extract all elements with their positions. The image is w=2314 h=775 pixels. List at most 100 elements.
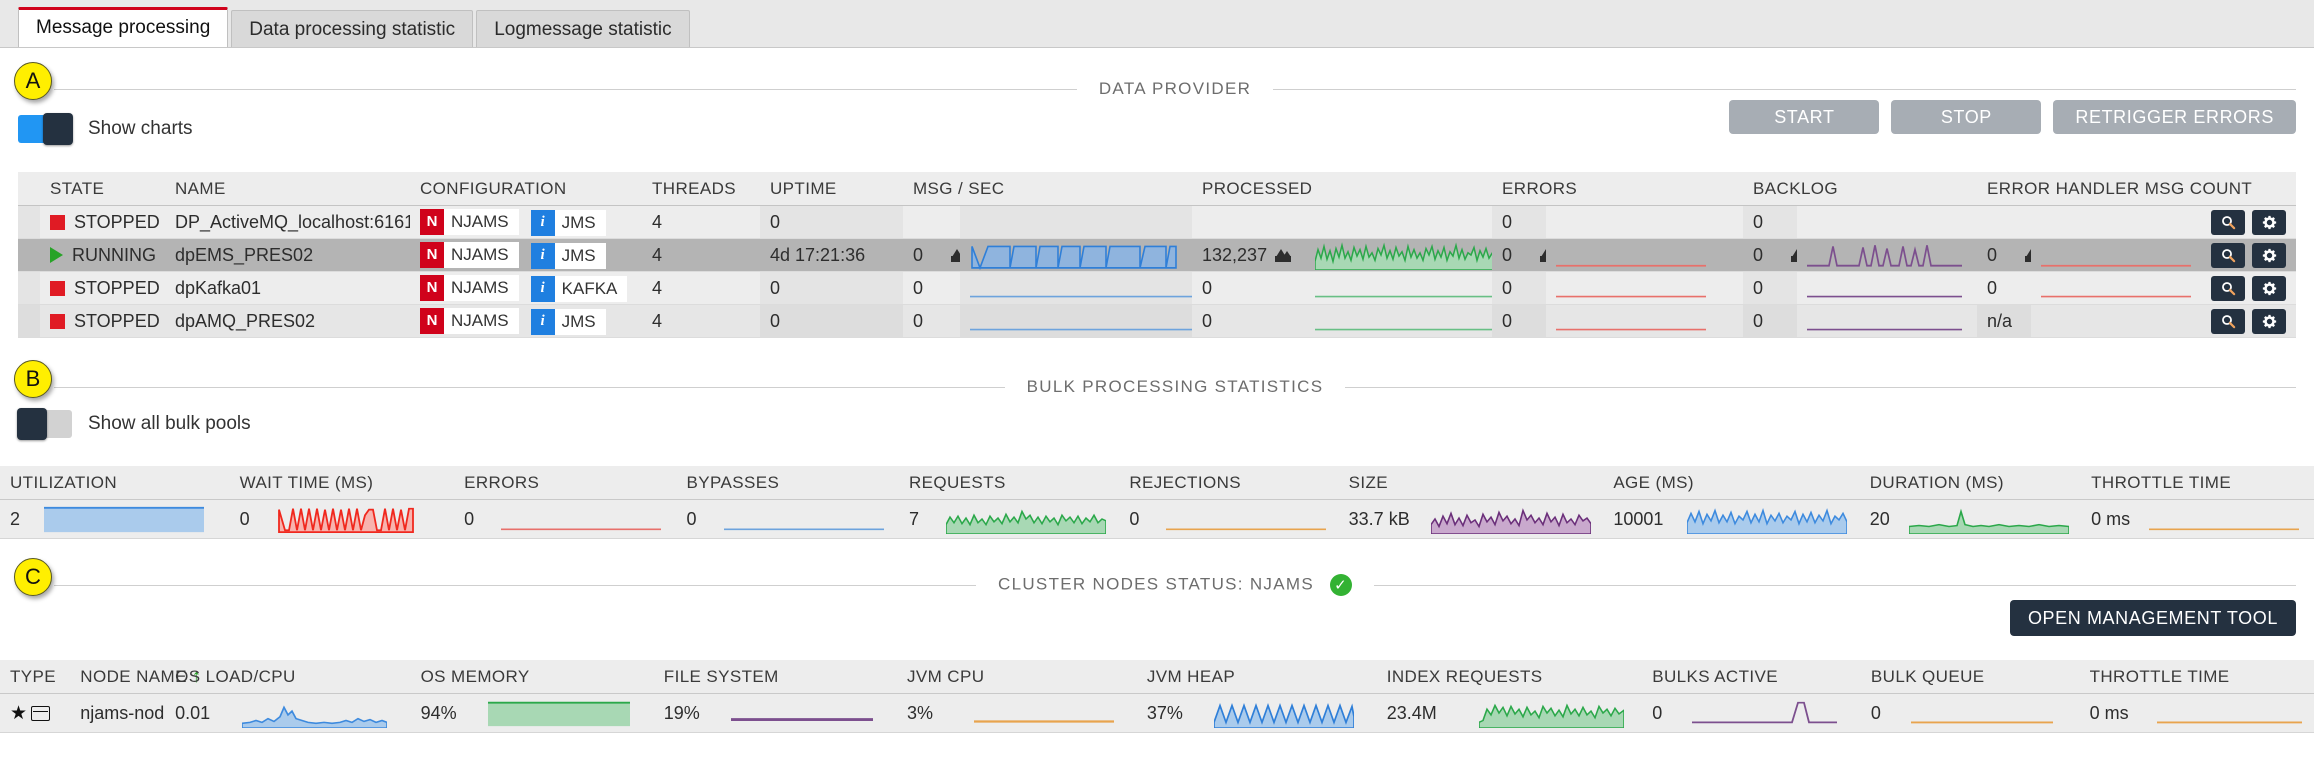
col-backlog[interactable]: BACKLOG <box>1743 172 1978 206</box>
row-handle[interactable] <box>18 304 40 338</box>
jvm-cpu-chart[interactable] <box>963 693 1137 733</box>
gear-icon[interactable] <box>2252 209 2287 235</box>
col-error-handler-msg-count[interactable]: ERROR HANDLER MSG COUNT <box>1977 172 2297 206</box>
col-duration[interactable]: DURATION (MS) <box>1859 466 2082 500</box>
bypasses-chart[interactable] <box>713 499 899 539</box>
os-load-cpu-chart[interactable] <box>232 693 411 733</box>
chart-toggle-icon[interactable] <box>2025 248 2032 262</box>
cell-backlog-chart[interactable] <box>1797 304 1978 338</box>
row-handle[interactable] <box>18 271 40 305</box>
open-management-tool-button[interactable]: OPEN MANAGEMENT TOOL <box>2009 600 2296 636</box>
bulk-queue-chart[interactable] <box>1901 693 2080 733</box>
size-chart[interactable] <box>1421 499 1604 539</box>
col-wait-time[interactable]: WAIT TIME (MS) <box>229 466 455 500</box>
cell-processed-chart[interactable] <box>1305 238 1493 272</box>
utilization-chart[interactable] <box>33 499 230 539</box>
start-button[interactable]: START <box>1729 100 1880 134</box>
rejections-chart[interactable] <box>1156 499 1339 539</box>
search-icon[interactable] <box>2211 308 2246 334</box>
cell-errors-chart[interactable] <box>1546 271 1744 305</box>
col-name[interactable]: NAME <box>165 172 410 206</box>
cell-error-handler-chart[interactable] <box>2031 271 2192 305</box>
col-node-name[interactable]: NODE NAME↑ <box>70 660 201 694</box>
show-all-bulk-pools-toggle[interactable] <box>17 408 72 440</box>
gear-icon[interactable] <box>2252 308 2287 334</box>
col-bypasses[interactable]: BYPASSES <box>676 466 899 500</box>
col-throttle-time[interactable]: THROTTLE TIME <box>2079 660 2314 694</box>
config-njams-chip[interactable]: N NJAMS <box>420 307 519 334</box>
col-type[interactable]: TYPE <box>0 660 71 694</box>
config-njams-chip[interactable]: N NJAMS <box>420 241 519 268</box>
col-errors[interactable]: ERRORS <box>454 466 677 500</box>
stop-button[interactable]: STOP <box>1891 100 2042 134</box>
col-jvm-heap[interactable]: JVM HEAP <box>1136 660 1377 694</box>
chart-toggle-icon[interactable] <box>1791 248 1798 262</box>
cell-backlog-chart[interactable] <box>1797 271 1978 305</box>
row-handle[interactable] <box>18 238 40 272</box>
requests-chart[interactable] <box>936 499 1120 539</box>
bulks-active-chart[interactable] <box>1682 693 1861 733</box>
tab-logmessage-statistic[interactable]: Logmessage statistic <box>476 10 690 47</box>
cell-errors-chart[interactable] <box>1546 238 1744 272</box>
col-configuration[interactable]: CONFIGURATION <box>410 172 642 206</box>
chart-toggle-icon[interactable] <box>1275 248 1292 262</box>
search-icon[interactable] <box>2211 275 2246 301</box>
show-charts-toggle[interactable] <box>18 113 73 145</box>
col-bulks-active[interactable]: BULKS ACTIVE <box>1642 660 1861 694</box>
col-requests[interactable]: REQUESTS <box>898 466 1120 500</box>
tab-message-processing[interactable]: Message processing <box>18 7 229 47</box>
cell-msg-sec-chart[interactable] <box>960 238 1193 272</box>
file-system-chart[interactable] <box>720 693 897 733</box>
col-uptime[interactable]: UPTIME <box>760 172 903 206</box>
cell-backlog-chart[interactable] <box>1797 238 1978 272</box>
col-size[interactable]: SIZE <box>1338 466 1604 500</box>
col-file-system[interactable]: FILE SYSTEM <box>653 660 897 694</box>
row-handle[interactable] <box>18 205 40 239</box>
config-njams-chip[interactable]: N NJAMS <box>420 274 519 301</box>
col-os-memory[interactable]: OS MEMORY <box>410 660 654 694</box>
col-os-load-cpu[interactable]: OS LOAD/CPU <box>165 660 411 694</box>
cluster-node-row[interactable]: ★ njams-node 0.01 94% 19% 3% 37% 23.4M 0… <box>0 693 2314 733</box>
col-utilization[interactable]: UTILIZATION <box>0 466 230 500</box>
config-type-chip[interactable]: i JMS <box>530 308 606 335</box>
tab-data-processing-statistic[interactable]: Data processing statistic <box>231 10 474 47</box>
cell-error-handler-chart[interactable] <box>2031 238 2192 272</box>
throttle-time-chart[interactable] <box>2138 499 2314 539</box>
gear-icon[interactable] <box>2252 275 2287 301</box>
age-chart[interactable] <box>1677 499 1860 539</box>
col-threads[interactable]: THREADS <box>642 172 760 206</box>
col-processed[interactable]: PROCESSED <box>1192 172 1493 206</box>
chart-toggle-icon[interactable] <box>951 248 960 262</box>
config-type-chip[interactable]: i JMS <box>530 209 606 236</box>
gear-icon[interactable] <box>2252 242 2287 268</box>
bulk-errors-chart[interactable] <box>491 499 677 539</box>
retrigger-errors-button[interactable]: RETRIGGER ERRORS <box>2053 100 2296 134</box>
table-row[interactable]: STOPPED dpAMQ_PRES02 N NJAMS i JMS 4 0 0… <box>18 304 2297 338</box>
cell-processed-chart[interactable] <box>1305 271 1493 305</box>
col-index-requests[interactable]: INDEX REQUESTS <box>1376 660 1643 694</box>
col-bulk-queue[interactable]: BULK QUEUE <box>1860 660 2080 694</box>
table-row[interactable]: STOPPED dpKafka01 N NJAMS i KAFKA 4 0 0 … <box>18 271 2297 305</box>
col-age[interactable]: AGE (MS) <box>1603 466 1860 500</box>
col-msg-sec[interactable]: MSG / SEC <box>903 172 1193 206</box>
os-memory-chart[interactable] <box>477 693 654 733</box>
col-rejections[interactable]: REJECTIONS <box>1119 466 1339 500</box>
index-requests-chart[interactable] <box>1469 693 1643 733</box>
col-jvm-cpu[interactable]: JVM CPU <box>896 660 1137 694</box>
config-njams-chip[interactable]: N NJAMS <box>420 208 519 235</box>
cell-processed-chart[interactable] <box>1305 304 1493 338</box>
col-state[interactable]: STATE <box>40 172 165 206</box>
config-type-chip[interactable]: i JMS <box>530 242 606 269</box>
col-errors[interactable]: ERRORS <box>1492 172 1744 206</box>
cn-throttle-time-chart[interactable] <box>2146 693 2314 733</box>
table-row[interactable]: RUNNING dpEMS_PRES02 N NJAMS i JMS 4 4d … <box>18 238 2297 272</box>
config-type-chip[interactable]: i KAFKA <box>530 275 628 302</box>
cell-msg-sec-chart[interactable] <box>960 271 1193 305</box>
search-icon[interactable] <box>2211 242 2246 268</box>
cell-msg-sec-chart[interactable] <box>960 304 1193 338</box>
search-icon[interactable] <box>2211 209 2246 235</box>
duration-chart[interactable] <box>1898 499 2082 539</box>
cell-errors-chart[interactable] <box>1546 304 1744 338</box>
wait-time-chart[interactable] <box>266 499 455 539</box>
table-row[interactable]: STOPPED DP_ActiveMQ_localhost:61616 N NJ… <box>18 205 2297 239</box>
